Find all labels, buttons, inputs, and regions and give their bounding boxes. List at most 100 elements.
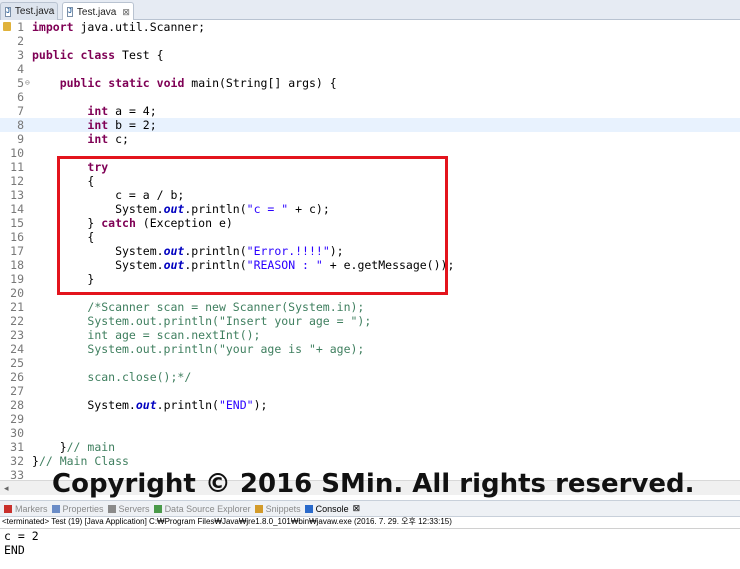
console-tab-label: Data Source Explorer (164, 503, 251, 514)
code-token: int (87, 104, 109, 118)
line-number: 18 (10, 258, 24, 272)
code-line[interactable]: 32}// Main Class (0, 454, 740, 468)
code-line[interactable]: 8 int b = 2; (0, 118, 740, 132)
console-tab-label: Markers (15, 503, 48, 514)
line-number: 9 (17, 132, 24, 146)
line-number: 5 (17, 76, 24, 90)
code-line[interactable]: 3 public class Test { (0, 48, 740, 62)
code-text: scan.close();*/ (32, 370, 191, 384)
code-line[interactable]: 7 int a = 4; (0, 104, 740, 118)
code-text: int b = 2; (32, 118, 157, 132)
code-line[interactable]: 23 int age = scan.nextInt(); (0, 328, 740, 342)
code-line[interactable]: 21 /*Scanner scan = new Scanner(System.i… (0, 300, 740, 314)
java-file-icon: J (67, 7, 73, 17)
editor-tab-label: Test.java (76, 6, 117, 18)
code-text: int a = 4; (32, 104, 157, 118)
code-line[interactable]: 25 (0, 356, 740, 370)
line-number: 7 (17, 104, 24, 118)
scroll-left-icon[interactable]: ◂ (4, 481, 9, 495)
code-line[interactable]: 22 System.out.println("Insert your age =… (0, 314, 740, 328)
code-token: "END" (218, 398, 254, 412)
code-token: // main (66, 440, 116, 454)
console-tab-properties[interactable]: Properties (51, 503, 104, 514)
code-line[interactable]: 26 scan.close();*/ (0, 370, 740, 384)
code-text: public class Test { (32, 48, 164, 62)
line-number: 13 (10, 188, 24, 202)
fold-toggle-icon[interactable]: ⊖ (25, 76, 30, 90)
line-number: 10 (10, 146, 24, 160)
console-tab-label: Properties (62, 503, 104, 514)
editor-tab-bar: J Test.java J Test.java ⊠ (0, 0, 740, 21)
code-line[interactable]: 5 ⊖ public static void main(String[] args… (0, 76, 740, 90)
line-number: 19 (10, 272, 24, 286)
code-token: } (32, 440, 67, 454)
code-text: import java.util.Scanner; (32, 20, 205, 34)
code-text: public static void main(String[] args) { (32, 76, 337, 90)
console-tab-markers[interactable]: Markers (4, 504, 48, 514)
editor-tab-inactive[interactable]: J Test.java (0, 2, 58, 20)
code-line[interactable]: 2 (0, 34, 740, 48)
code-token: ); (253, 398, 268, 412)
markers-icon (4, 504, 12, 513)
console-tab-label: Snippets (265, 503, 301, 514)
code-token: .println( (156, 398, 219, 412)
close-tab-icon[interactable]: ⊠ (122, 7, 130, 18)
code-line[interactable]: 9 int c; (0, 132, 740, 146)
code-token: /*Scanner scan = new Scanner(System.in); (87, 300, 365, 314)
code-token: java.util.Scanner; (73, 20, 206, 34)
code-token: int (87, 118, 109, 132)
copyright-watermark: Copyright © 2016 SMin. All rights reserv… (52, 469, 695, 499)
console-tab-snippets[interactable]: Snippets (254, 503, 301, 514)
line-number: 20 (10, 286, 24, 300)
console-tab-bar: Markers Properties Servers Data Source Expl… (0, 500, 740, 517)
code-line[interactable]: 28 System.out.println("END"); (0, 398, 740, 412)
code-token: public (59, 76, 102, 90)
highlight-box (57, 156, 448, 295)
code-line[interactable]: 30 (0, 426, 740, 440)
line-number: 21 (10, 300, 24, 314)
console-tab-servers[interactable]: Servers (107, 504, 150, 514)
code-line[interactable]: 4 (0, 62, 740, 76)
code-text: }// main (32, 440, 115, 454)
code-line[interactable]: 24 System.out.println("your age is "+ ag… (0, 342, 740, 356)
code-token: class (80, 48, 116, 62)
console-status: <terminated> Test (19) [Java Application… (0, 516, 740, 529)
code-token: c; (108, 132, 129, 146)
line-number: 23 (10, 328, 24, 342)
code-token: System.out.println("your age is "+ age); (87, 342, 365, 356)
line-number: 4 (17, 62, 24, 76)
code-token: import (32, 20, 74, 34)
console-output-line: END (4, 543, 25, 557)
data-source-icon (153, 504, 162, 513)
code-text: System.out.println("Insert your age = ")… (32, 314, 371, 328)
close-console-icon[interactable]: ⊠ (353, 503, 361, 514)
line-number: 32 (10, 454, 24, 468)
line-number: 15 (10, 216, 24, 230)
code-line[interactable]: 1 import java.util.Scanner; (0, 20, 740, 34)
console-tab-data-source[interactable]: Data Source Explorer (153, 503, 251, 514)
line-number: 1 (17, 20, 24, 34)
code-editor[interactable]: 33 32}// Main Class 31 }// main 30 29 28 Syst… (0, 20, 740, 495)
console-icon (304, 504, 313, 513)
code-line[interactable]: 29 (0, 412, 740, 426)
line-number: 29 (10, 412, 24, 426)
code-line[interactable]: 31 }// main (0, 440, 740, 454)
code-line[interactable]: 27 (0, 384, 740, 398)
line-number: 26 (10, 370, 24, 384)
code-token: a = 4; (108, 104, 157, 118)
code-token: main(String[] args) { (184, 76, 337, 90)
line-number: 14 (10, 202, 24, 216)
line-number: 25 (10, 356, 24, 370)
code-token: b = 2; (108, 118, 157, 132)
code-token: // Main Class (38, 454, 129, 468)
console-tab-console[interactable]: Console ⊠ (304, 503, 361, 514)
code-line[interactable]: 6 (0, 90, 740, 104)
editor-tab-active[interactable]: J Test.java ⊠ (62, 2, 134, 21)
line-number: 27 (10, 384, 24, 398)
line-number: 22 (10, 314, 24, 328)
